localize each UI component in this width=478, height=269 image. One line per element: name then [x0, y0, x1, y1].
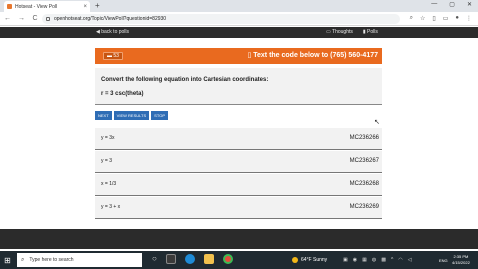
profile-icon[interactable]: ● [455, 15, 459, 22]
answer-row[interactable]: x = 1/3 MC236268 [95, 174, 382, 196]
window-controls: — ▢ ✕ [431, 1, 472, 8]
answer-text: y = 3 + x [101, 204, 121, 210]
taskbar-search[interactable]: ⌕ Type here to search [17, 253, 142, 267]
question-card: Convert the following equation into Cart… [95, 68, 382, 105]
bookmark-star-icon[interactable]: ☆ [420, 15, 425, 22]
search-placeholder: Type here to search [29, 257, 74, 263]
wifi-icon[interactable]: ◠ [398, 257, 402, 263]
polls-label: Polls [367, 29, 378, 35]
poll-controls: NEXT VIEW RESULTS STOP [95, 111, 168, 120]
search-icon: ⌕ [21, 256, 25, 263]
next-button[interactable]: NEXT [95, 111, 112, 120]
lock-icon [46, 17, 50, 21]
question-title: Convert the following equation into Cart… [101, 77, 269, 83]
widgets-icon[interactable] [165, 254, 176, 264]
edge-icon[interactable] [184, 254, 195, 264]
address-bar-row: ← → C openhotseat.org/Topic/ViewPoll?que… [0, 12, 478, 26]
chevron-up-icon[interactable]: ^ [391, 257, 393, 263]
answer-text: x = 1/3 [101, 181, 117, 187]
extensions-icon[interactable]: ▯ [432, 15, 435, 22]
app-tray-icon[interactable]: ▩ [381, 257, 386, 263]
sidebar-icon[interactable]: ▭ [443, 15, 449, 22]
taskbar-apps: ○ [152, 254, 233, 264]
app-tray-icon[interactable]: ◉ [353, 257, 357, 263]
question-equation: r = 3 csc(theta) [101, 91, 144, 97]
poll-header: ▬ 53 ▯ Text the code below to (765) 560-… [95, 48, 382, 64]
answer-code: MC236269 [349, 204, 379, 210]
stop-button[interactable]: STOP [151, 111, 168, 120]
volume-icon[interactable]: ◁ [408, 257, 412, 263]
browser-tab-bar: Hotseat - View Poll × + — ▢ ✕ [0, 0, 478, 12]
back-arrow-icon[interactable]: ← [4, 15, 11, 22]
tab-title: Hotseat - View Poll [15, 3, 58, 10]
answer-code: MC236267 [349, 158, 379, 164]
tab-close-icon[interactable]: × [83, 4, 87, 10]
weather-text: 64°F Sunny [301, 257, 328, 263]
answer-code: MC236266 [349, 135, 379, 141]
clock[interactable]: 2:35 PM 4/15/2022 [452, 254, 470, 266]
browser-tab[interactable]: Hotseat - View Poll × [4, 1, 90, 12]
url-field[interactable]: openhotseat.org/Topic/ViewPoll?questioni… [42, 14, 400, 24]
app-tray-icon[interactable]: ▦ [362, 257, 367, 263]
chrome-icon[interactable] [222, 254, 233, 264]
thoughts-link[interactable]: ▭ Thoughts [326, 27, 353, 38]
start-button-icon[interactable]: ⊞ [4, 256, 11, 265]
task-view-icon[interactable]: ○ [152, 254, 157, 264]
minimize-icon[interactable]: — [431, 1, 437, 8]
favicon-icon [7, 4, 12, 9]
zoom-icon[interactable]: ⌕ [410, 15, 413, 22]
text-code-banner: ▬ 53 ▯ Text the code below to (765) 560-… [95, 48, 382, 64]
browser-toolbar: ⌕ ☆ ▯ ▭ ● ⋮ [410, 15, 472, 22]
response-count-badge: ▬ 53 [103, 52, 123, 60]
text-code-instruction: ▯ Text the code below to (765) 560-4177 [247, 52, 378, 59]
polls-link[interactable]: ▮ Polls [363, 27, 378, 38]
weather-widget[interactable]: 64°F Sunny [292, 257, 327, 263]
site-nav-bar: ◀ back to polls ▭ Thoughts ▮ Polls [0, 27, 478, 38]
sun-icon [292, 257, 298, 263]
answer-row[interactable]: y = 3x MC236266 [95, 128, 382, 150]
clock-date: 4/15/2022 [452, 260, 470, 265]
close-window-icon[interactable]: ✕ [467, 1, 472, 8]
file-explorer-icon[interactable] [203, 254, 214, 264]
system-tray: ▣ ◉ ▦ ◍ ▩ ^ ◠ ◁ [343, 257, 412, 263]
reload-icon[interactable]: C [32, 15, 38, 22]
forward-arrow-icon[interactable]: → [18, 15, 25, 22]
answer-list: y = 3x MC236266 y = 3 MC236267 x = 1/3 M… [95, 128, 382, 220]
new-tab-button[interactable]: + [95, 0, 100, 12]
language-indicator[interactable]: ENG [439, 258, 448, 263]
answer-code: MC236268 [349, 181, 379, 187]
text-code-label: Text the code below to (765) 560-4177 [253, 52, 378, 59]
answer-row[interactable]: y = 3 + x MC236269 [95, 197, 382, 219]
back-to-polls-link[interactable]: ◀ back to polls [96, 27, 129, 38]
answer-text: y = 3 [101, 158, 112, 164]
site-nav-links: ▭ Thoughts ▮ Polls [326, 27, 378, 38]
maximize-icon[interactable]: ▢ [449, 1, 455, 8]
app-tray-icon[interactable]: ◍ [372, 257, 376, 263]
answer-row[interactable]: y = 3 MC236267 [95, 151, 382, 173]
url-text: openhotseat.org/Topic/ViewPoll?questioni… [54, 16, 167, 22]
response-count: 53 [113, 53, 119, 59]
page-footer-band [0, 229, 478, 249]
app-tray-icon[interactable]: ▣ [343, 257, 348, 263]
menu-icon[interactable]: ⋮ [466, 15, 472, 22]
answer-text: y = 3x [101, 135, 115, 141]
thoughts-label: Thoughts [332, 29, 353, 35]
windows-taskbar: ⊞ ⌕ Type here to search ○ 64°F Sunny ▣ ◉… [0, 251, 478, 269]
mouse-cursor-icon: ↖ [374, 119, 380, 126]
view-results-button[interactable]: VIEW RESULTS [113, 111, 150, 120]
